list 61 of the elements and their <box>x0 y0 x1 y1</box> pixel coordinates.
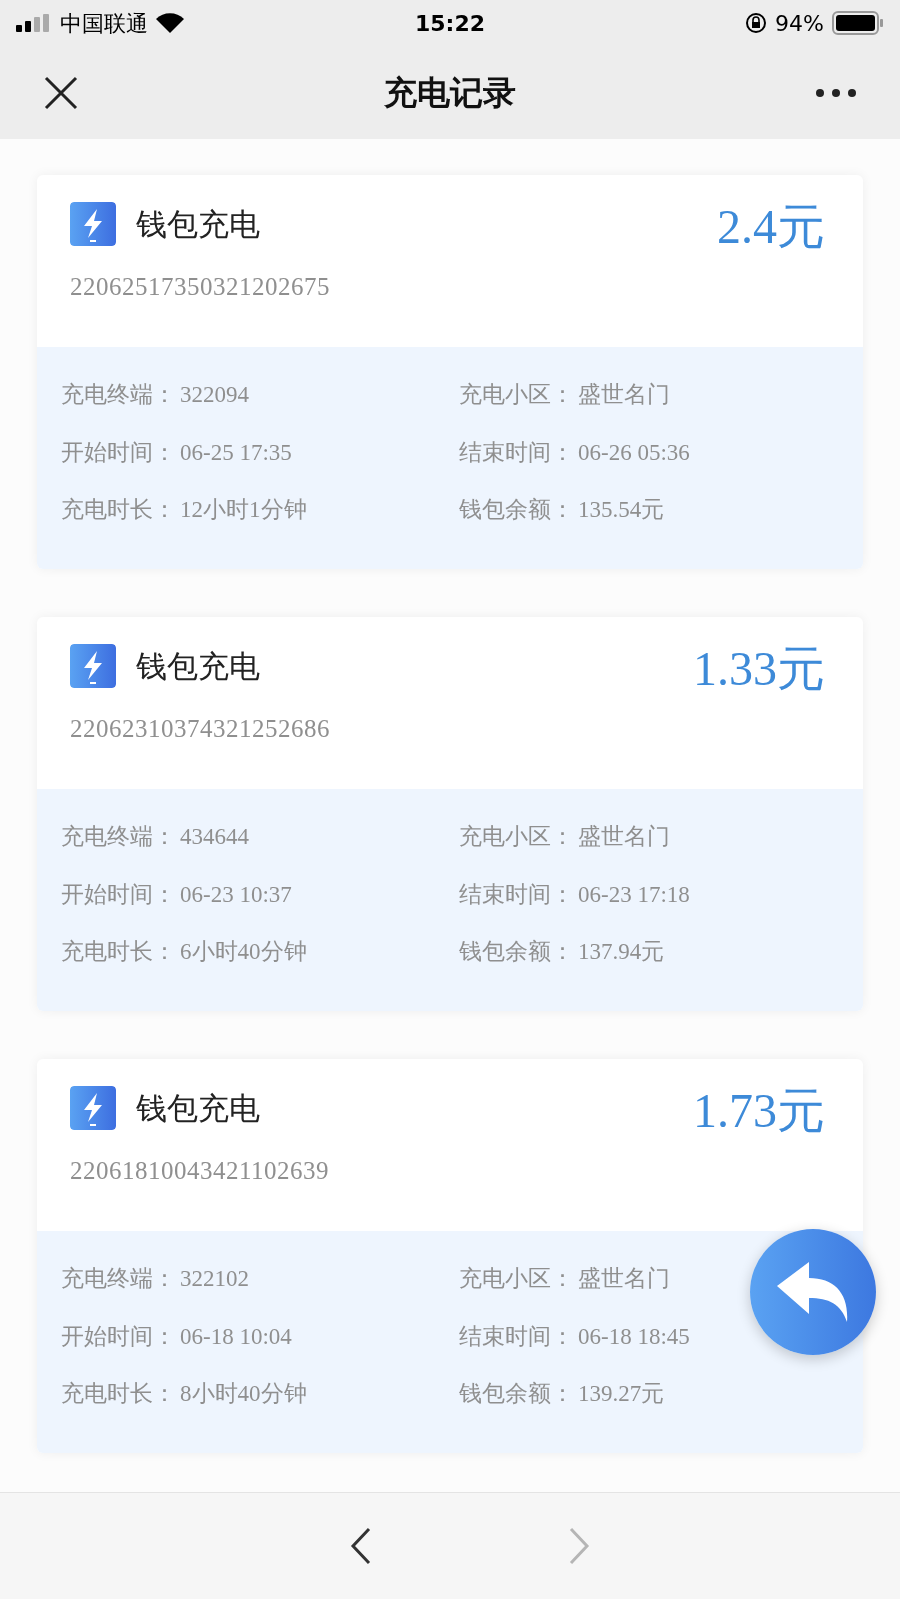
field-label: 充电时长： <box>61 1379 176 1408</box>
amount: 2.4元 <box>717 199 825 255</box>
field-value: 434644 <box>180 823 249 851</box>
amount: 1.33元 <box>693 641 825 697</box>
order-number: 22061810043421102639 <box>70 1155 331 1186</box>
field-value: 06-18 10:04 <box>180 1322 292 1351</box>
field-value: 盛世名门 <box>578 823 670 851</box>
field-label: 钱包余额： <box>459 937 574 966</box>
field-label: 结束时间： <box>459 879 574 909</box>
field-value: 06-23 17:18 <box>578 880 690 909</box>
field-label: 充电时长： <box>61 495 176 524</box>
lightning-icon <box>70 1086 116 1131</box>
lightning-icon <box>70 202 116 247</box>
signal-icon <box>16 14 52 32</box>
battery-percent: 94% <box>775 9 824 38</box>
record-type: 钱包充电 <box>136 205 260 244</box>
record-type: 钱包充电 <box>136 1089 260 1128</box>
rotation-lock-icon <box>745 12 768 34</box>
field-value: 6小时40分钟 <box>180 938 307 966</box>
field-label: 钱包余额： <box>459 1379 574 1408</box>
field-label: 充电小区： <box>459 822 574 851</box>
close-button[interactable] <box>44 75 78 110</box>
field-value: 盛世名门 <box>578 381 670 409</box>
field-label: 开始时间： <box>61 1321 176 1351</box>
field-label: 充电终端： <box>61 380 176 409</box>
more-button[interactable] <box>816 87 856 98</box>
field-value: 139.27元 <box>578 1380 665 1408</box>
chevron-right-icon <box>568 1527 590 1565</box>
field-value: 322094 <box>180 381 249 409</box>
field-value: 06-26 05:36 <box>578 438 690 467</box>
field-label: 充电终端： <box>61 1264 176 1293</box>
field-value: 06-25 17:35 <box>180 438 292 467</box>
lightning-icon <box>70 644 116 689</box>
order-number: 22062517350321202675 <box>70 271 331 302</box>
field-label: 充电终端： <box>61 822 176 851</box>
page-title: 充电记录 <box>384 71 516 114</box>
wifi-icon <box>156 13 184 33</box>
field-label: 钱包余额： <box>459 495 574 524</box>
clock: 15:22 <box>415 9 485 38</box>
field-label: 结束时间： <box>459 437 574 467</box>
field-label: 充电小区： <box>459 1264 574 1293</box>
field-value: 137.94元 <box>578 938 665 966</box>
amount: 1.73元 <box>693 1083 825 1139</box>
field-label: 结束时间： <box>459 1321 574 1351</box>
field-label: 开始时间： <box>61 437 176 467</box>
field-value: 322102 <box>180 1265 249 1293</box>
field-label: 充电小区： <box>459 380 574 409</box>
field-value: 8小时40分钟 <box>180 1380 307 1408</box>
chevron-left-icon <box>350 1527 372 1565</box>
field-value: 12小时1分钟 <box>180 496 307 524</box>
close-icon <box>44 75 78 110</box>
field-label: 充电时长： <box>61 937 176 966</box>
field-value: 盛世名门 <box>578 1265 670 1293</box>
order-number: 22062310374321252686 <box>70 713 331 744</box>
field-value: 135.54元 <box>578 496 665 524</box>
field-value: 06-23 10:37 <box>180 880 292 909</box>
field-value: 06-18 18:45 <box>578 1322 690 1351</box>
field-label: 开始时间： <box>61 879 176 909</box>
carrier-name: 中国联通 <box>60 9 148 38</box>
battery-icon <box>832 11 884 35</box>
record-type: 钱包充电 <box>136 647 260 686</box>
